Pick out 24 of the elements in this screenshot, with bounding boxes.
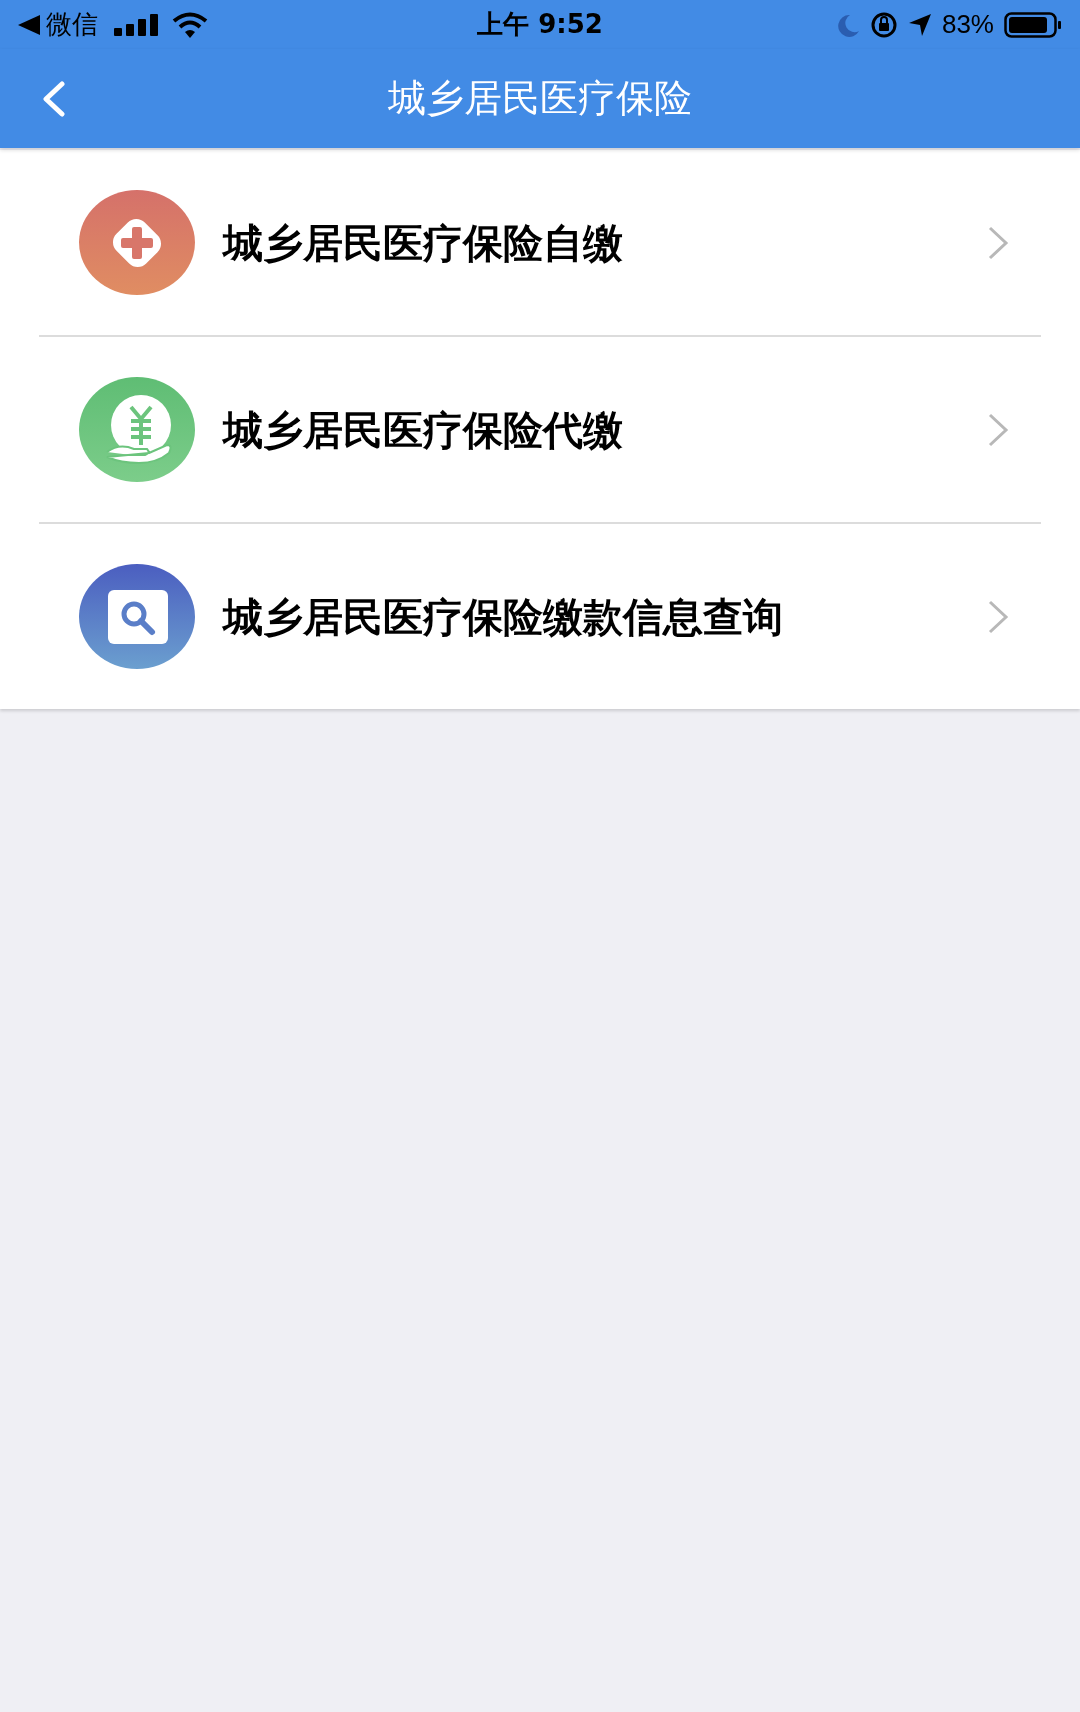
battery-percentage: 83% [941,8,994,41]
chevron-right-icon [987,224,1009,261]
menu-item-label: 城乡居民医疗保险代缴 [223,405,624,455]
clock-time: 上午 9:52 [476,8,604,41]
menu-item[interactable]: 城乡居民医疗保险代缴 [39,337,1041,522]
battery-icon [1004,11,1062,38]
moon-icon [835,12,860,37]
medical-cross-icon [79,190,195,295]
location-arrow-icon [907,12,932,37]
chevron-right-icon [987,411,1009,448]
rotation-lock-icon [869,10,898,39]
chevron-right-icon [987,598,1009,635]
back-chevron-icon [40,80,66,117]
back-triangle-icon [18,14,40,35]
hand-coin-icon [79,377,195,482]
menu-item-label: 城乡居民医疗保险自缴 [223,218,624,268]
back-app-link[interactable]: 微信 [46,5,98,44]
signal-icon [114,13,160,36]
wifi-icon [172,11,208,38]
menu-item-label: 城乡居民医疗保险缴款信息查询 [223,592,784,642]
page-title: 城乡居民医疗保险 [387,75,693,122]
menu-item[interactable]: 城乡居民医疗保险缴款信息查询 [39,524,1041,709]
search-icon [79,564,195,669]
menu-item[interactable]: 城乡居民医疗保险自缴 [39,150,1041,335]
